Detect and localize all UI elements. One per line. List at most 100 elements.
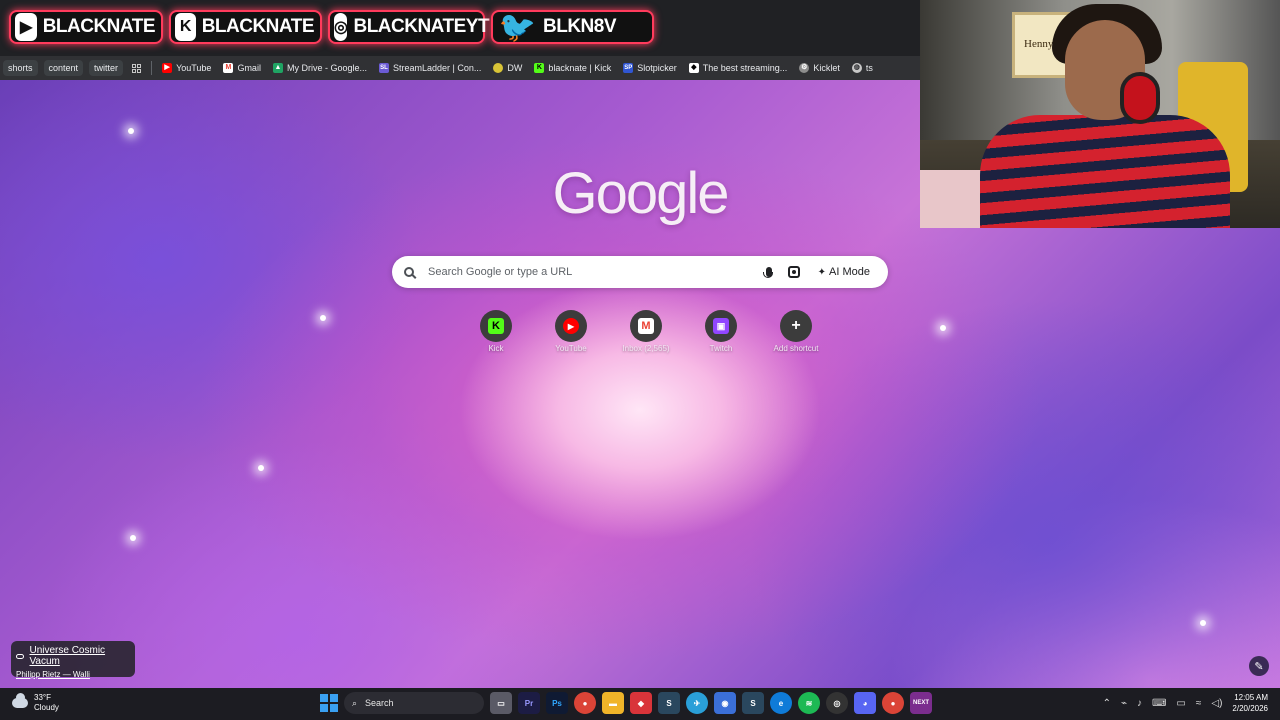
- file-explorer-icon[interactable]: ▬: [602, 692, 624, 714]
- game-app-icon[interactable]: ◆: [630, 692, 652, 714]
- shortcut-label: Inbox (2,565): [622, 344, 670, 353]
- chrome-icon[interactable]: ●: [574, 692, 596, 714]
- taskbar-clock[interactable]: 12:05 AM 2/20/2026: [1232, 692, 1268, 714]
- twitter-handle-badge: 🐦 BLKN8V: [491, 10, 654, 44]
- google-lens-icon[interactable]: [787, 266, 800, 278]
- network-icon[interactable]: ⌁: [1121, 698, 1127, 709]
- windows-start-icon[interactable]: [320, 694, 338, 712]
- twitch-icon: ▣: [713, 318, 729, 334]
- chevron-up-icon[interactable]: ⌃: [1103, 698, 1111, 709]
- shortcut-tile: M: [630, 310, 662, 342]
- app-icon[interactable]: ◉: [714, 692, 736, 714]
- search-icon: [404, 267, 414, 277]
- weather-widget[interactable]: 33°F Cloudy: [12, 693, 59, 713]
- wifi-icon[interactable]: ≈: [1196, 698, 1202, 709]
- shortcut-twitch[interactable]: ▣ Twitch: [697, 310, 745, 353]
- ai-mode-button[interactable]: ✦ AI Mode: [812, 261, 876, 283]
- discord-icon[interactable]: ◕: [854, 692, 876, 714]
- bookmarks-divider: [151, 61, 153, 75]
- volume-icon[interactable]: ◁): [1211, 698, 1222, 709]
- next-app-icon[interactable]: NEXT: [910, 692, 932, 714]
- bookmark-kicklet[interactable]: ⚙ Kicklet: [793, 56, 846, 80]
- bookmark-youtube[interactable]: ▶ YouTube: [156, 56, 217, 80]
- apps-grid-button[interactable]: [126, 56, 147, 80]
- gmail-icon: M: [638, 318, 654, 334]
- bookmark-my-drive[interactable]: ▲ My Drive - Google...: [267, 56, 373, 80]
- link-icon: [16, 653, 25, 659]
- bookmark-streaming[interactable]: ◆ The best streaming...: [683, 56, 794, 80]
- kick-icon: K: [175, 13, 196, 41]
- bookmark-dw[interactable]: DW: [487, 56, 528, 80]
- shortcut-label: YouTube: [555, 344, 587, 353]
- taskbar-search[interactable]: ⌕ Search: [344, 692, 484, 714]
- diamond-icon: ◆: [688, 63, 699, 73]
- shortcut-add[interactable]: + Add shortcut: [772, 310, 820, 353]
- kick-handle-badge: K BLACKNATE: [169, 10, 322, 44]
- photoshop-icon[interactable]: Ps: [546, 692, 568, 714]
- youtube-icon: ▶: [15, 13, 37, 41]
- instagram-icon: ◎: [334, 13, 348, 41]
- globe-icon: ◍: [851, 63, 862, 73]
- shortcut-tile: +: [780, 310, 812, 342]
- dw-icon: [493, 63, 504, 73]
- premiere-pro-icon[interactable]: Pr: [518, 692, 540, 714]
- search-input[interactable]: [426, 265, 760, 279]
- shortcut-youtube[interactable]: ▶ YouTube: [547, 310, 595, 353]
- customize-pencil-icon[interactable]: ✎: [1249, 656, 1269, 676]
- headset-icon: [1120, 72, 1160, 124]
- kicklet-icon: ⚙: [799, 63, 810, 73]
- kick-icon: K: [534, 63, 545, 73]
- bookmark-folder-content[interactable]: content: [43, 60, 84, 76]
- bookmark-gmail[interactable]: M Gmail: [217, 56, 267, 80]
- bookmark-label: StreamLadder | Con...: [392, 63, 482, 73]
- drive-icon: ▲: [272, 63, 283, 73]
- steam-icon[interactable]: S: [658, 692, 680, 714]
- steam-alt-icon[interactable]: S: [742, 692, 764, 714]
- keyboard-icon[interactable]: ⌨: [1152, 698, 1166, 709]
- bookmark-label: DW: [507, 63, 523, 73]
- bookmark-ts[interactable]: ◍ ts: [846, 56, 879, 80]
- search-icon: ⌕: [352, 697, 358, 708]
- clock-time: 12:05 AM: [1234, 693, 1268, 702]
- bookmark-slotpicker[interactable]: SP Slotpicker: [617, 56, 683, 80]
- google-logo: Google: [552, 161, 729, 226]
- wallpaper-title[interactable]: Universe Cosmic Vacum: [29, 645, 130, 667]
- task-view-icon[interactable]: ▭: [490, 692, 512, 714]
- bookmark-folder-shorts[interactable]: shorts: [3, 60, 38, 76]
- spotify-icon[interactable]: ≋: [798, 692, 820, 714]
- obs-icon[interactable]: ◎: [826, 692, 848, 714]
- messaging-icon[interactable]: ✈: [686, 692, 708, 714]
- weather-condition: Cloudy: [34, 703, 59, 712]
- edge-icon[interactable]: e: [770, 692, 792, 714]
- gmail-icon: M: [223, 63, 234, 73]
- slotpicker-icon: SP: [623, 63, 634, 73]
- bookmark-kick[interactable]: K blacknate | Kick: [528, 56, 617, 80]
- plus-icon: +: [791, 317, 801, 334]
- chrome-profile-icon[interactable]: ●: [882, 692, 904, 714]
- wallpaper-star: [128, 128, 134, 134]
- bookmark-streamladder[interactable]: SL StreamLadder | Con...: [373, 56, 487, 80]
- windows-taskbar: 33°F Cloudy ⌕ Search ▭ Pr Ps ● ▬ ◆ S ✈ ◉…: [0, 688, 1280, 720]
- wallpaper-star: [258, 465, 264, 471]
- wallpaper-author[interactable]: Philipp Rietz — Walli: [16, 670, 130, 679]
- wallpaper-credit[interactable]: Universe Cosmic Vacum Philipp Rietz — Wa…: [11, 641, 135, 679]
- microphone-icon[interactable]: ♪: [1137, 698, 1142, 709]
- google-search-box[interactable]: ✦ AI Mode: [392, 256, 888, 288]
- voice-search-mic-icon[interactable]: [762, 267, 773, 278]
- social-overlay-bar: ▶ BLACKNATE K BLACKNATE ◎ BLACKNATEYT 🐦 …: [0, 0, 920, 56]
- bookmark-folder-twitter[interactable]: twitter: [89, 60, 124, 76]
- shortcut-gmail-inbox[interactable]: M Inbox (2,565): [622, 310, 670, 353]
- shortcut-label: Kick: [488, 344, 504, 353]
- ai-mode-label: AI Mode: [829, 266, 870, 278]
- clock-date: 2/20/2026: [1232, 704, 1268, 713]
- wallpaper-star: [940, 325, 946, 331]
- bookmark-label: YouTube: [176, 63, 212, 73]
- bookmark-label: Gmail: [237, 63, 261, 73]
- instagram-handle-badge: ◎ BLACKNATEYT: [328, 10, 490, 44]
- bookmark-label: My Drive - Google...: [286, 63, 367, 73]
- shortcut-kick[interactable]: K Kick: [472, 310, 520, 353]
- youtube-handle: BLACKNATE: [42, 16, 156, 37]
- bookmark-label: ts: [865, 63, 873, 73]
- monitor-icon[interactable]: ▭: [1176, 698, 1185, 709]
- bookmark-label: The best streaming...: [702, 63, 788, 73]
